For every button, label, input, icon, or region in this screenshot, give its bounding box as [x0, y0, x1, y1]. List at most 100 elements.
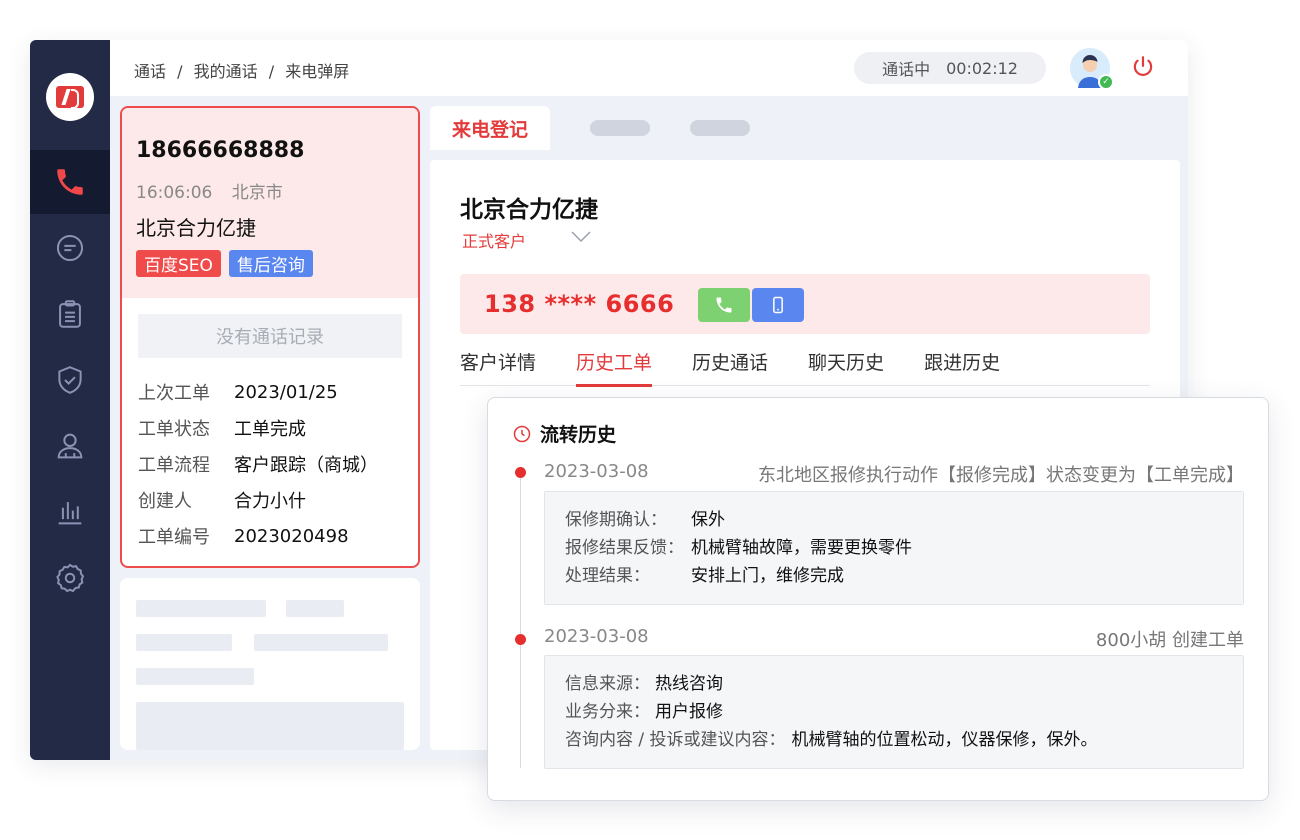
detail-row: 咨询内容 / 投诉或建议内容： 机械臂轴的位置松动，仪器保修，保外。: [565, 726, 1223, 754]
entry-details: 信息来源： 热线咨询 业务分来： 用户报修 咨询内容 / 投诉或建议内容： 机械…: [544, 655, 1244, 769]
tab-call-registration[interactable]: 来电登记: [430, 106, 550, 150]
detail-row: 业务分来： 用户报修: [565, 698, 1223, 726]
call-status-label: 通话中: [882, 60, 931, 79]
detail-key: 处理结果：: [565, 566, 650, 586]
detail-value: 安排上门，维修完成: [691, 566, 844, 586]
breadcrumb-item[interactable]: 通话: [134, 62, 166, 81]
masked-phone: 138 **** 6666: [484, 290, 675, 318]
breadcrumb-separator: /: [268, 62, 275, 81]
info-row: 工单编号 2023020498: [138, 518, 378, 554]
online-check-icon: ✓: [1098, 74, 1114, 90]
nav-tickets[interactable]: [30, 282, 110, 346]
chat-icon: [56, 234, 84, 262]
clock-icon: [513, 425, 531, 442]
nav-calls[interactable]: [30, 150, 110, 214]
entry-date: 2023-03-08: [544, 626, 649, 647]
skeleton-line: [254, 634, 388, 651]
avatar[interactable]: ✓: [1070, 48, 1114, 90]
info-row: 工单流程 客户跟踪（商城）: [138, 446, 378, 482]
header: 通话 / 我的通话 / 来电弹屏 通话中 00:02:12 ✓: [110, 40, 1188, 96]
caller-meta: 16:06:06 北京市: [136, 178, 297, 203]
detail-row: 信息来源： 热线咨询: [565, 670, 1223, 698]
gear-icon: [56, 563, 85, 593]
detail-value: 机械臂轴的位置松动，仪器保修，保外。: [791, 730, 1098, 750]
mobile-phone-icon: [773, 296, 783, 314]
phone-icon: [716, 297, 732, 313]
customer-type-select[interactable]: 正式客户: [462, 228, 526, 252]
detail-row: 保修期确认： 保外: [565, 506, 1223, 534]
detail-key: 保修期确认：: [565, 510, 667, 530]
info-label: 创建人: [138, 491, 192, 512]
detail-value: 保外: [691, 510, 725, 530]
users-icon: [57, 433, 83, 459]
shield-icon: [58, 366, 82, 394]
caller-city: 北京市: [231, 183, 283, 203]
tab-follow-up-history[interactable]: 跟进历史: [924, 348, 1000, 386]
caller-company: 北京合力亿捷: [136, 216, 256, 240]
nav-reports[interactable]: [30, 480, 110, 544]
phone-icon: [57, 169, 83, 195]
caller-number: 18666668888: [136, 138, 305, 163]
logo: [46, 73, 94, 121]
caller-summary: 18666668888 16:06:06 北京市 北京合力亿捷 百度SEO 售后…: [122, 108, 418, 298]
detail-key: 信息来源：: [565, 674, 650, 694]
phone-bar: 138 **** 6666: [460, 274, 1150, 334]
info-value: 合力小什: [234, 491, 306, 512]
detail-key: 报修结果反馈：: [565, 538, 684, 558]
skeleton-line: [136, 668, 254, 685]
entry-description: 东北地区报修执行动作【报修完成】状态变更为【工单完成】: [758, 465, 1244, 486]
info-row: 上次工单 2023/01/25: [138, 374, 378, 410]
info-label: 工单状态: [138, 419, 210, 440]
caller-time: 16:06:06: [136, 183, 213, 203]
info-row: 工单状态 工单完成: [138, 410, 378, 446]
detail-row: 报修结果反馈： 机械臂轴故障，需要更换零件: [565, 534, 1223, 562]
nav-users[interactable]: [30, 414, 110, 478]
skeleton-block: [136, 702, 404, 750]
info-value: 2023/01/25: [234, 381, 338, 403]
tab-placeholder[interactable]: [590, 120, 650, 136]
info-row: 创建人 合力小什: [138, 482, 378, 518]
sidebar: [30, 40, 110, 760]
power-icon[interactable]: [1130, 54, 1156, 80]
tab-ticket-history[interactable]: 历史工单: [576, 348, 653, 387]
nav-chat[interactable]: [30, 216, 110, 280]
detail-row: 处理结果： 安排上门，维修完成: [565, 562, 1223, 590]
breadcrumb-item[interactable]: 我的通话: [194, 62, 258, 81]
logo-mark-icon: [56, 86, 84, 109]
entry-date: 2023-03-08: [544, 461, 649, 482]
chevron-down-icon[interactable]: [570, 230, 592, 244]
caller-card: 18666668888 16:06:06 北京市 北京合力亿捷 百度SEO 售后…: [120, 106, 420, 568]
bar-chart-icon: [58, 502, 82, 525]
entry-description: 800小胡 创建工单: [1095, 630, 1244, 651]
detail-value: 热线咨询: [655, 674, 723, 694]
entry-details: 保修期确认： 保外 报修结果反馈： 机械臂轴故障，需要更换零件 处理结果： 安排…: [544, 491, 1244, 605]
history-title-text: 流转历史: [540, 424, 617, 446]
info-label: 工单流程: [138, 455, 210, 476]
info-value: 客户跟踪（商城）: [234, 455, 378, 476]
skeleton-line: [286, 600, 344, 617]
timeline-dot: [515, 634, 526, 645]
tab-placeholder[interactable]: [690, 120, 750, 136]
breadcrumb-current: 来电弹屏: [285, 62, 350, 81]
tab-chat-history[interactable]: 聊天历史: [808, 348, 884, 386]
tab-customer-details[interactable]: 客户详情: [460, 348, 536, 386]
nav-security[interactable]: [30, 348, 110, 412]
skeleton-card: [120, 578, 420, 750]
info-value: 2023020498: [234, 525, 349, 547]
breadcrumb-separator: /: [177, 62, 183, 81]
call-timer: 00:02:12: [946, 58, 1018, 78]
info-label: 工单编号: [138, 527, 210, 548]
ticket-info-list: 上次工单 2023/01/25 工单状态 工单完成 工单流程 客户跟踪（商城） …: [138, 374, 378, 554]
detail-key: 业务分来：: [565, 702, 650, 722]
detail-key: 咨询内容 / 投诉或建议内容：: [565, 730, 786, 750]
mobile-button[interactable]: [752, 288, 804, 322]
tag-category: 售后咨询: [228, 250, 313, 277]
nav-settings[interactable]: [30, 546, 110, 610]
breadcrumb: 通话 / 我的通话 / 来电弹屏: [134, 58, 355, 82]
info-label: 上次工单: [138, 383, 210, 404]
call-button[interactable]: [698, 288, 750, 322]
tab-call-history[interactable]: 历史通话: [692, 348, 768, 386]
detail-value: 用户报修: [655, 702, 723, 722]
history-title: 流转历史: [512, 420, 616, 447]
tag-source: 百度SEO: [136, 250, 221, 277]
